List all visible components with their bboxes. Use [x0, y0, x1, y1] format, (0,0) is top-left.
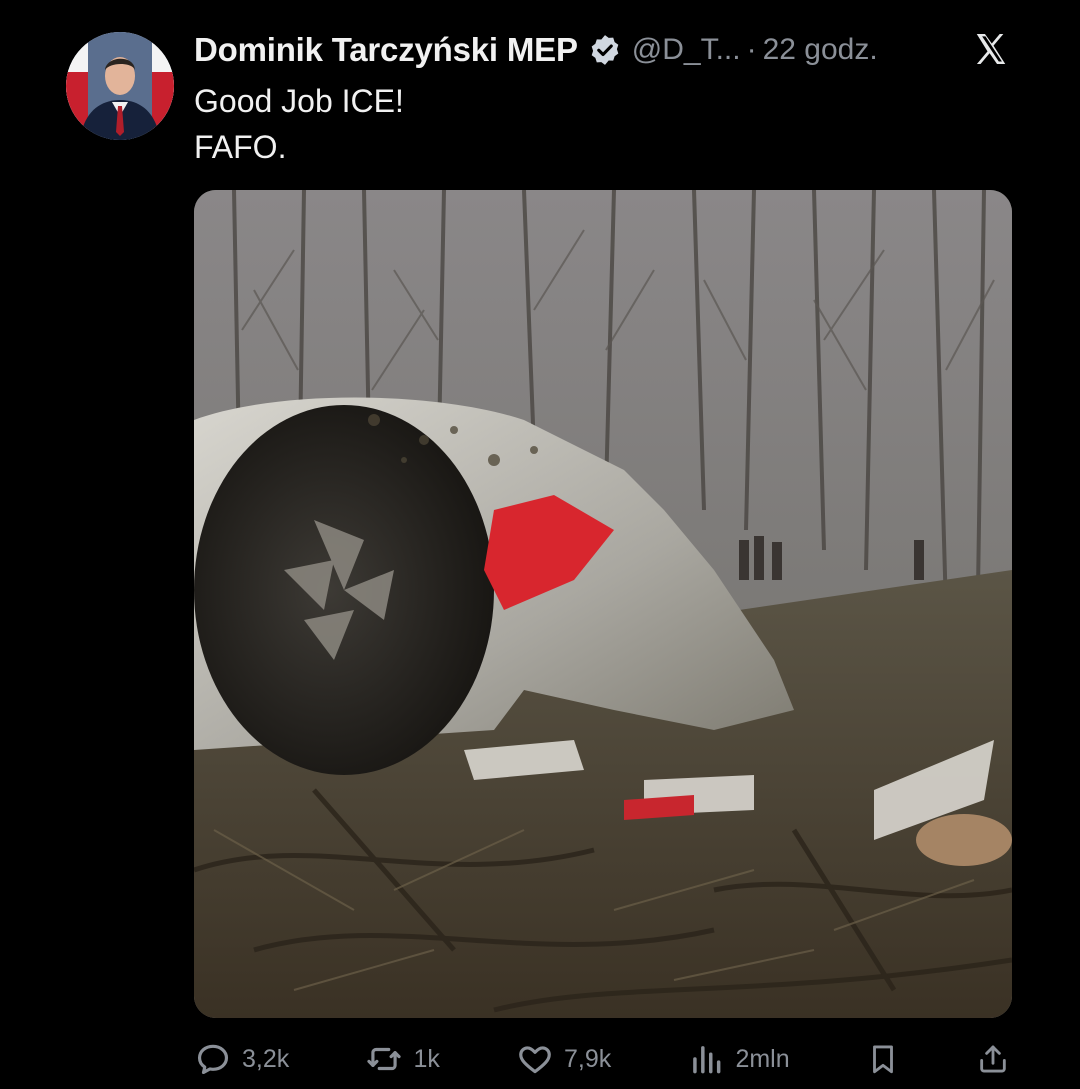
like-button[interactable]: 7,9k — [516, 1040, 611, 1078]
header-separator: · — [746, 33, 757, 66]
heart-icon — [516, 1040, 554, 1078]
repost-count: 1k — [413, 1044, 440, 1073]
views-count: 2mln — [735, 1044, 790, 1073]
author-handle[interactable]: @D_T... — [632, 33, 741, 67]
author-avatar[interactable] — [66, 32, 174, 140]
author-name[interactable]: Dominik Tarczyński MEP — [194, 31, 578, 69]
verified-badge-icon — [588, 33, 622, 67]
tweet-photo[interactable] — [194, 190, 1012, 1018]
tweet-line-1: Good Job ICE! — [194, 83, 404, 119]
share-icon — [976, 1042, 1010, 1076]
views-bar-chart-icon — [687, 1040, 725, 1078]
tweet-text: Good Job ICE! FAFO. — [194, 78, 404, 170]
tweet-actions-bar: 3,2k 1k 7,9k 2mln — [194, 1036, 1010, 1082]
tweet-line-2: FAFO. — [194, 129, 287, 165]
reply-count: 3,2k — [242, 1044, 290, 1073]
repost-icon — [365, 1040, 403, 1078]
bookmark-button[interactable] — [866, 1042, 900, 1076]
views-button[interactable]: 2mln — [687, 1040, 790, 1078]
x-logo-icon[interactable] — [972, 30, 1010, 68]
tweet-header: Dominik Tarczyński MEP @D_T... · 22 godz… — [194, 28, 1020, 72]
post-timestamp[interactable]: 22 godz. — [763, 33, 878, 67]
bookmark-icon — [866, 1042, 900, 1076]
reply-icon — [194, 1040, 232, 1078]
repost-button[interactable]: 1k — [365, 1040, 440, 1078]
like-count: 7,9k — [564, 1044, 612, 1073]
share-button[interactable] — [976, 1042, 1010, 1076]
reply-button[interactable]: 3,2k — [194, 1040, 289, 1078]
